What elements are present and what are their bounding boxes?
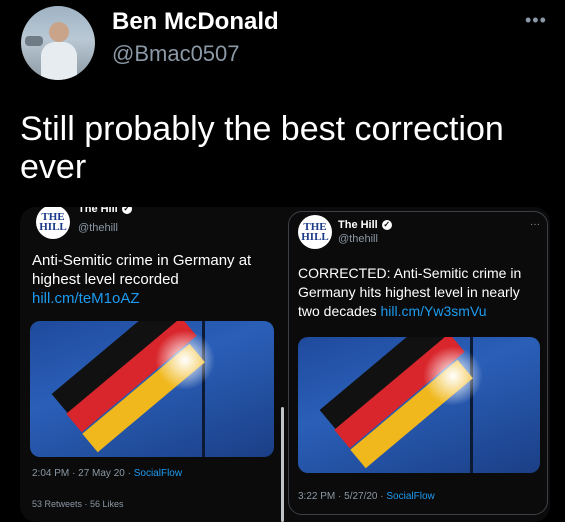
tweet-text: Still probably the best correction ever xyxy=(20,110,504,186)
right-account-name: The Hill ✓ xyxy=(338,219,392,231)
image-divider xyxy=(281,407,284,522)
left-tweet-timestamp: 2:04 PM · 27 May 20 · SocialFlow xyxy=(32,468,183,479)
verified-icon: ✓ xyxy=(121,207,132,215)
avatar-person-head xyxy=(49,22,69,42)
sun-glare xyxy=(418,341,488,411)
right-tweet-link[interactable]: hill.cm/Yw3smVu xyxy=(381,303,487,319)
left-account-name: The Hill ✓ xyxy=(78,207,132,215)
left-account-handle: @thehill xyxy=(78,222,118,234)
left-tweet-link[interactable]: hill.cm/teM1oAZ xyxy=(32,290,140,307)
attached-image[interactable]: THE HILL The Hill ✓ @thehill Anti-Semitic … xyxy=(20,207,550,522)
right-flag-photo[interactable] xyxy=(298,337,540,473)
right-tweet-timestamp: 3:22 PM · 5/27/20 · SocialFlow xyxy=(298,491,435,502)
left-tweet-stats: 53 Retweets · 56 Likes xyxy=(32,499,124,509)
the-hill-logo-left: THE HILL xyxy=(36,207,70,239)
avatar-background-rock xyxy=(25,36,43,46)
right-more-icon[interactable]: ··· xyxy=(530,219,540,230)
the-hill-logo-right: THE HILL xyxy=(298,215,332,249)
avatar-person-body xyxy=(41,42,77,80)
more-horizontal-icon[interactable]: ••• xyxy=(525,10,547,31)
right-tweet-text: CORRECTED: Anti-Semitic crime in Germany… xyxy=(298,265,522,319)
left-tweet-text: Anti-Semitic crime in Germany at highest… xyxy=(32,252,252,307)
author-handle[interactable]: @Bmac0507 xyxy=(112,41,240,67)
verified-icon: ✓ xyxy=(381,220,392,231)
left-flag-photo[interactable] xyxy=(30,321,274,457)
author-name[interactable]: Ben McDonald xyxy=(112,8,279,36)
sun-glare xyxy=(150,325,220,395)
avatar[interactable] xyxy=(21,6,95,80)
right-account-handle: @thehill xyxy=(338,233,378,245)
